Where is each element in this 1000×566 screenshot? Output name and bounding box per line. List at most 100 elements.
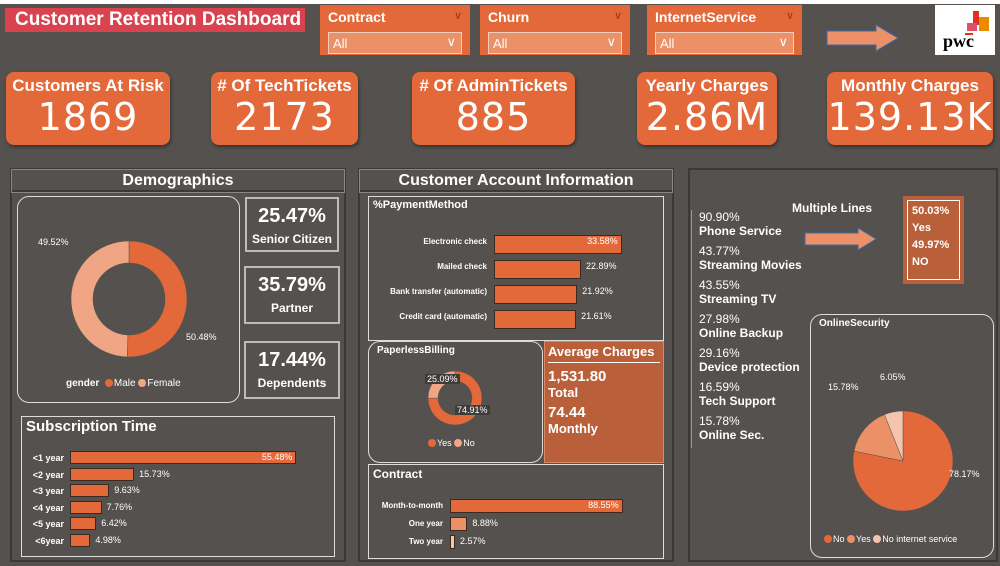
bar-value: 33.58% xyxy=(587,236,618,246)
service-pct: 43.55% xyxy=(699,278,740,292)
bar-value: 2.57% xyxy=(460,536,486,546)
yes-data-label: 74.91% xyxy=(455,405,490,415)
service-name: Tech Support xyxy=(699,394,776,408)
bar-value: 4.98% xyxy=(95,535,121,545)
bar-label: Credit card (automatic) xyxy=(399,312,487,321)
senior-citizen-card: 25.47% Senior Citizen xyxy=(245,197,339,252)
no-label: NO xyxy=(912,256,929,268)
legend-no[interactable]: No xyxy=(833,534,845,544)
top-border xyxy=(0,0,1000,4)
service-pct: 27.98% xyxy=(699,312,740,326)
bar[interactable] xyxy=(70,484,110,498)
logo-text: pwc xyxy=(943,31,974,51)
legend-yes[interactable]: Yes xyxy=(856,534,871,544)
monthly-value: 74.44 xyxy=(548,404,586,421)
stat-label: Dependents xyxy=(257,376,327,390)
paperless-billing-chart: PaperlessBilling 25.09% 74.91% Yes No xyxy=(368,341,543,463)
legend-female[interactable]: Female xyxy=(147,378,180,389)
chevron-down-icon: ∨ xyxy=(778,34,788,49)
kpi-label: # Of TechTickets xyxy=(217,76,352,95)
bar-value: 9.63% xyxy=(114,485,140,496)
kpi-value: 139.13K xyxy=(827,95,993,139)
churn-slicer[interactable]: Churn ∨ All ∨ xyxy=(480,5,630,55)
dropdown-value: All xyxy=(660,36,675,51)
bar[interactable] xyxy=(70,517,97,531)
bar-value: 6.42% xyxy=(101,518,127,529)
kpi-value: 885 xyxy=(455,95,532,139)
dependents-card: 17.44% Dependents xyxy=(244,341,340,399)
kpi-customers-at-risk: Customers At Risk 1869 xyxy=(6,72,170,145)
internet-service-slicer[interactable]: InternetService ∨ All ∨ xyxy=(647,5,802,55)
bar[interactable] xyxy=(450,535,455,549)
arrow-right-icon xyxy=(804,227,877,251)
panel-title: Customer Account Information xyxy=(359,169,673,193)
multiple-lines-card: 50.03% Yes 49.97% NO xyxy=(903,196,964,284)
chevron-down-icon[interactable]: ∨ xyxy=(454,9,462,22)
bar[interactable] xyxy=(494,310,577,329)
bar[interactable] xyxy=(70,467,135,481)
slicer-label: InternetService xyxy=(655,9,757,25)
service-pct: 29.16% xyxy=(699,346,740,360)
slicer-label: Churn xyxy=(488,9,530,25)
gender-donut xyxy=(70,240,188,358)
kpi-monthly-charges: Monthly Charges 139.13K xyxy=(827,72,993,145)
bar-label: One year xyxy=(408,519,443,528)
bar[interactable] xyxy=(70,500,102,514)
churn-dropdown[interactable]: All ∨ xyxy=(488,32,622,54)
yes-label: Yes xyxy=(912,222,931,234)
legend-dot xyxy=(104,379,113,387)
bar-label: Month-to-month xyxy=(381,501,443,510)
bar-label: Bank transfer (automatic) xyxy=(390,287,487,296)
bar[interactable] xyxy=(494,260,581,279)
contract-dropdown[interactable]: All ∨ xyxy=(328,32,462,54)
stat-value: 17.44% xyxy=(258,349,326,371)
kpi-tech-tickets: # Of TechTickets 2173 xyxy=(211,72,358,145)
kpi-label: Customers At Risk xyxy=(12,76,164,95)
services-list: 90.90% Phone Service 43.77% Streaming Movie… xyxy=(691,210,811,448)
online-security-legend: No Yes No internet service xyxy=(824,534,957,544)
kpi-value: 2173 xyxy=(234,95,335,139)
chevron-down-icon[interactable]: ∨ xyxy=(786,9,794,22)
bar-label: Two year xyxy=(408,537,443,546)
chart-title: %PaymentMethod xyxy=(373,199,468,211)
stat-value: 35.79% xyxy=(258,274,326,296)
no-data-label: 78.17% xyxy=(949,469,980,479)
chevron-down-icon: ∨ xyxy=(446,34,456,49)
kpi-value: 2.86M xyxy=(645,95,769,139)
slice-female[interactable] xyxy=(70,240,130,358)
bar-value: 7.76% xyxy=(106,501,133,512)
bar[interactable] xyxy=(450,517,468,531)
legend-male[interactable]: Male xyxy=(114,378,136,389)
online-security-chart: OnlineSecurity 6.05% 15.78% 78.17% No Ye… xyxy=(810,314,994,558)
service-name: Device protection xyxy=(699,360,800,374)
slice-male[interactable] xyxy=(126,240,188,358)
bar-label: <5 year xyxy=(32,519,64,530)
legend-yes[interactable]: Yes xyxy=(437,438,452,448)
dropdown-value: All xyxy=(333,36,348,51)
dropdown-value: All xyxy=(493,36,508,51)
kpi-admin-tickets: # Of AdminTickets 885 xyxy=(412,72,575,145)
bar[interactable] xyxy=(70,534,91,547)
contract-slicer[interactable]: Contract ∨ All ∨ xyxy=(320,5,470,55)
pwc-logo: pwc xyxy=(935,5,995,55)
multiple-lines-title: Multiple Lines xyxy=(792,201,873,215)
gender-legend: gender Male Female xyxy=(66,378,181,389)
stat-value: 25.47% xyxy=(258,205,326,227)
kpi-label: # Of AdminTickets xyxy=(419,76,568,95)
service-name: Streaming Movies xyxy=(699,258,802,272)
legend-dot xyxy=(847,535,856,543)
legend-dot xyxy=(428,439,436,447)
total-value: 1,531.80 xyxy=(548,368,607,385)
legend-no-internet[interactable]: No internet service xyxy=(882,534,957,544)
service-pct: 43.77% xyxy=(699,244,740,258)
chevron-down-icon[interactable]: ∨ xyxy=(614,9,622,22)
bar-label: Mailed check xyxy=(437,262,487,271)
bar-value: 22.89% xyxy=(585,261,617,271)
kpi-label: Yearly Charges xyxy=(645,76,769,95)
legend-no[interactable]: No xyxy=(463,438,475,448)
service-name: Streaming TV xyxy=(699,292,777,306)
legend-dot xyxy=(873,535,882,543)
bar-value: 15.73% xyxy=(139,468,170,479)
internet-service-dropdown[interactable]: All ∨ xyxy=(655,32,794,54)
bar[interactable] xyxy=(494,285,578,304)
